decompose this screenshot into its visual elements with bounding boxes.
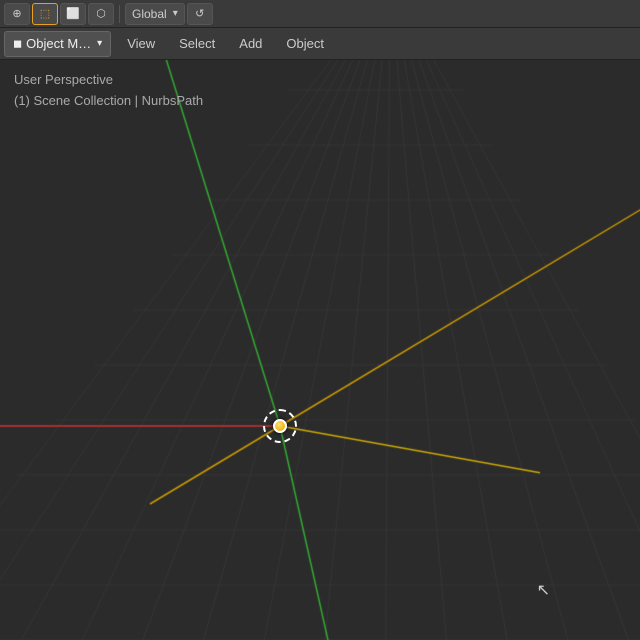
- menu-add[interactable]: Add: [227, 31, 274, 57]
- menu-select[interactable]: Select: [167, 31, 227, 57]
- top-toolbar: ⊕ ⬚ ⬜ ⬡ Global ↺: [0, 0, 640, 28]
- global-label: Global: [132, 7, 167, 21]
- menu-bar: ◼ Object M… View Select Add Object: [0, 28, 640, 60]
- mode-label: Object M…: [26, 36, 91, 51]
- grid-canvas: [0, 60, 640, 640]
- mode-selector[interactable]: ◼ Object M…: [4, 31, 111, 57]
- pivot-btn[interactable]: ↺: [187, 3, 213, 25]
- menu-view[interactable]: View: [115, 31, 167, 57]
- menu-object[interactable]: Object: [274, 31, 336, 57]
- select-circle-btn[interactable]: ⬜: [60, 3, 86, 25]
- crosshair-icon-btn[interactable]: ⊕: [4, 3, 30, 25]
- mode-icon: ◼: [13, 37, 22, 50]
- viewport[interactable]: User Perspective (1) Scene Collection | …: [0, 60, 640, 640]
- select-lasso-btn[interactable]: ⬡: [88, 3, 114, 25]
- select-box-btn[interactable]: ⬚: [32, 3, 58, 25]
- separator-1: [119, 5, 120, 23]
- global-dropdown[interactable]: Global: [125, 3, 185, 25]
